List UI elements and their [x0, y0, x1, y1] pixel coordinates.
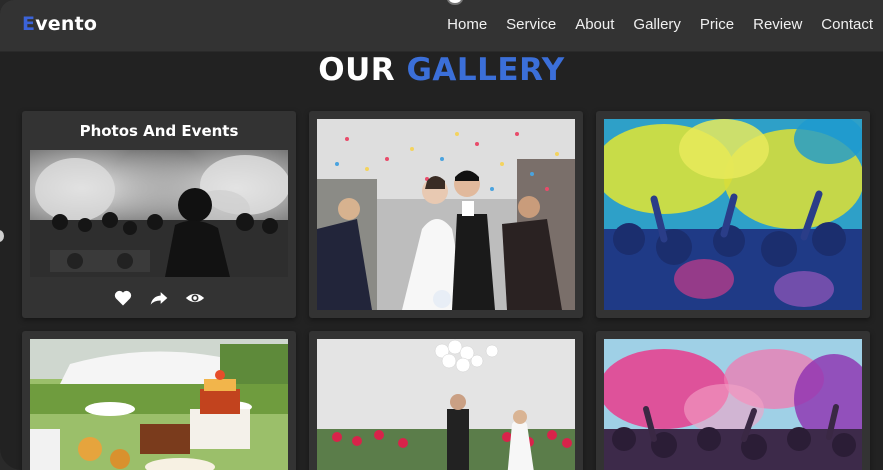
logo[interactable]: Evento [22, 13, 97, 35]
gallery-image-color-festival[interactable] [604, 119, 862, 310]
gallery-image-color-powder[interactable] [604, 339, 862, 470]
share-icon[interactable] [149, 288, 169, 308]
gallery-image-outdoor-buffet[interactable] [30, 339, 288, 470]
section-title-part1: OUR [318, 52, 396, 88]
section-title-part2: GALLERY [406, 52, 565, 88]
nav-links: Home Service About Gallery Price Review … [428, 16, 873, 33]
gallery-card-festival[interactable] [596, 111, 870, 318]
gallery-card-wedding[interactable] [309, 111, 583, 318]
nav-link-service[interactable]: Service [506, 16, 556, 33]
nav-link-review[interactable]: Review [753, 16, 802, 33]
nav-link-contact[interactable]: Contact [821, 16, 873, 33]
gallery-card-title: Photos And Events [79, 122, 239, 140]
logo-text: vento [35, 13, 98, 35]
logo-initial: E [22, 13, 36, 35]
gallery-image-dj-party[interactable] [30, 150, 288, 277]
gallery-card-balloons[interactable] [309, 331, 583, 470]
section-title: OUR GALLERY [0, 52, 883, 88]
gallery-card-color-powder[interactable] [596, 331, 870, 470]
gallery-image-wedding-confetti[interactable] [317, 119, 575, 310]
navbar: Evento Home Service About Gallery Price … [0, 0, 883, 52]
page: Evento Home Service About Gallery Price … [0, 0, 883, 470]
nav-link-home[interactable]: Home [447, 16, 487, 33]
heart-icon[interactable] [113, 288, 133, 308]
gallery-card-featured[interactable]: Photos And Events [22, 111, 296, 318]
resize-handle-left[interactable] [0, 230, 4, 242]
gallery-card-buffet[interactable] [22, 331, 296, 470]
nav-link-about[interactable]: About [575, 16, 614, 33]
eye-icon[interactable] [185, 288, 205, 308]
nav-link-price[interactable]: Price [700, 16, 734, 33]
card-actions [22, 288, 296, 308]
gallery-image-balloon-wedding[interactable] [317, 339, 575, 470]
nav-link-gallery[interactable]: Gallery [633, 16, 681, 33]
